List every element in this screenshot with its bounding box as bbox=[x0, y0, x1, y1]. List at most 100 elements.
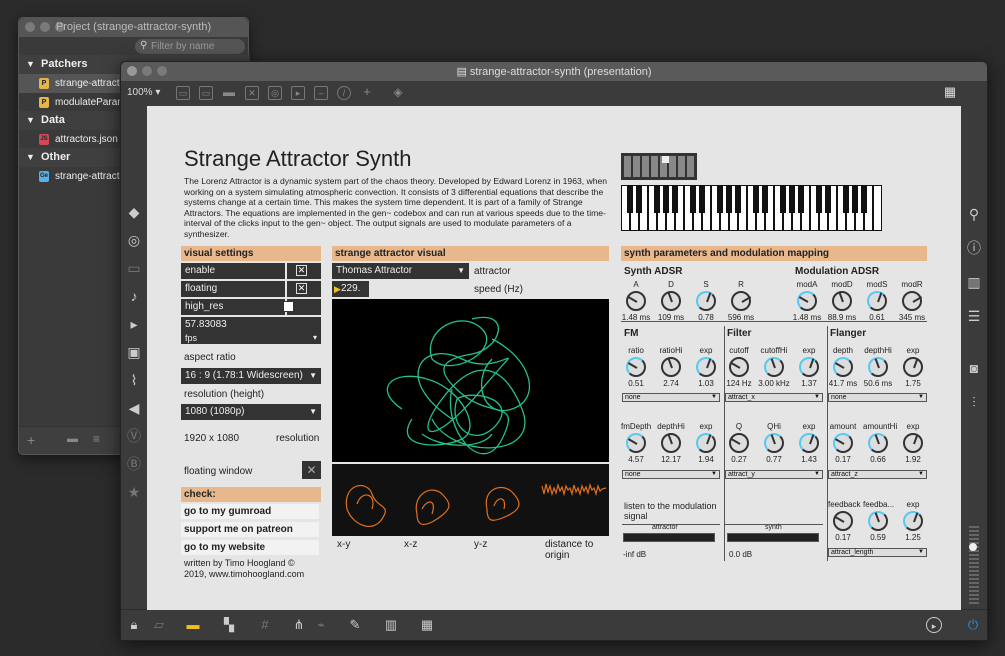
object-icon[interactable]: ▭ bbox=[176, 86, 190, 100]
attractor-meter[interactable] bbox=[623, 533, 715, 542]
high-res-checkbox[interactable] bbox=[283, 301, 294, 312]
dial-knob[interactable] bbox=[764, 433, 784, 453]
piano-white-key[interactable] bbox=[873, 185, 882, 231]
flanger-mod-menu-1[interactable]: none ▼ bbox=[828, 393, 927, 402]
b-icon[interactable]: Ⓑ bbox=[126, 456, 142, 472]
piano-black-key[interactable] bbox=[654, 185, 660, 213]
dial-knob[interactable] bbox=[626, 357, 646, 377]
piano-black-key[interactable] bbox=[636, 185, 642, 213]
piano-black-key[interactable] bbox=[780, 185, 786, 213]
windows-icon[interactable]: ▚ bbox=[221, 617, 237, 633]
play-icon[interactable]: ▸ bbox=[926, 617, 942, 633]
grid-icon[interactable]: # bbox=[257, 617, 273, 633]
dial-knob[interactable] bbox=[661, 433, 681, 453]
gumroad-link[interactable]: go to my gumroad bbox=[181, 504, 319, 519]
dial-knob[interactable] bbox=[797, 291, 817, 311]
floating-checkbox[interactable]: ✕ bbox=[296, 283, 307, 294]
paint-icon[interactable]: ◈ bbox=[391, 86, 405, 100]
enable-checkbox[interactable]: ✕ bbox=[296, 265, 307, 276]
dial-knob[interactable] bbox=[764, 357, 784, 377]
star-icon[interactable]: ★ bbox=[126, 484, 142, 500]
resolution-menu[interactable]: 1080 (1080p) ▼ bbox=[181, 404, 321, 420]
dial-knob[interactable] bbox=[902, 291, 922, 311]
presentation-icon[interactable]: ▬ bbox=[185, 617, 201, 633]
button-icon[interactable]: ✕ bbox=[245, 86, 259, 100]
piano-black-key[interactable] bbox=[735, 185, 741, 213]
piano-black-key[interactable] bbox=[816, 185, 822, 213]
piano-black-key[interactable] bbox=[852, 185, 858, 213]
piano-black-key[interactable] bbox=[825, 185, 831, 213]
synth-meter[interactable] bbox=[727, 533, 819, 542]
add-icon[interactable]: + bbox=[360, 85, 374, 100]
media-icon[interactable]: ▸ bbox=[126, 316, 142, 332]
add-icon[interactable]: + bbox=[27, 432, 35, 448]
fps-menu[interactable]: fps ▾ bbox=[181, 332, 321, 344]
piano-black-key[interactable] bbox=[762, 185, 768, 213]
number-icon[interactable]: ▸ bbox=[291, 86, 305, 100]
toggle-icon[interactable]: ◎ bbox=[268, 86, 282, 100]
grid-icon[interactable]: ▦ bbox=[943, 85, 957, 100]
plug-icon[interactable]: ◀ bbox=[126, 400, 142, 416]
list-icon[interactable]: ☰ bbox=[966, 308, 982, 324]
clip-icon[interactable]: ⌇ bbox=[126, 372, 142, 388]
dial-knob[interactable] bbox=[799, 433, 819, 453]
info-icon[interactable]: ⓘ bbox=[966, 240, 982, 256]
book-icon[interactable]: ▥ bbox=[966, 274, 982, 290]
v-icon[interactable]: Ⓥ bbox=[126, 428, 142, 444]
search-icon[interactable]: ⚲ bbox=[966, 206, 982, 222]
zoom-menu[interactable]: 100% ▾ bbox=[127, 87, 160, 98]
hierarchy-icon[interactable]: ⋔ bbox=[291, 617, 307, 633]
dial-knob[interactable] bbox=[833, 357, 853, 377]
piano-black-key[interactable] bbox=[789, 185, 795, 213]
dial-knob[interactable] bbox=[799, 357, 819, 377]
dial-knob[interactable] bbox=[696, 291, 716, 311]
dial-knob[interactable] bbox=[696, 357, 716, 377]
dial-knob[interactable] bbox=[626, 291, 646, 311]
flanger-mod-menu-2[interactable]: attract_z ▼ bbox=[828, 470, 927, 479]
aspect-menu[interactable]: 16 : 9 (1.78:1 Widescreen) ▼ bbox=[181, 368, 321, 384]
keyboard-icon[interactable]: ▦ bbox=[419, 617, 435, 633]
dial-knob[interactable] bbox=[832, 291, 852, 311]
floating-window-button[interactable]: ✕ bbox=[302, 461, 321, 479]
list-icon[interactable]: ≡ bbox=[93, 432, 100, 446]
piano-black-key[interactable] bbox=[699, 185, 705, 213]
dial-knob[interactable] bbox=[868, 433, 888, 453]
piano-black-key[interactable] bbox=[726, 185, 732, 213]
piano-black-key[interactable] bbox=[861, 185, 867, 213]
music-icon[interactable]: ♪ bbox=[126, 288, 142, 304]
filter-mod-menu-1[interactable]: attract_x ▼ bbox=[725, 393, 823, 402]
image-icon[interactable]: ▣ bbox=[126, 344, 142, 360]
piano-black-key[interactable] bbox=[663, 185, 669, 213]
piano-black-key[interactable] bbox=[627, 185, 633, 213]
piano-black-key[interactable] bbox=[672, 185, 678, 213]
dial-knob[interactable] bbox=[903, 357, 923, 377]
lock-icon[interactable]: 🔒︎ bbox=[126, 617, 142, 633]
patreon-link[interactable]: support me on patreon bbox=[181, 522, 319, 537]
device-icon[interactable]: ▭ bbox=[126, 260, 142, 276]
dial-knob[interactable] bbox=[903, 433, 923, 453]
dial-knob[interactable] bbox=[868, 357, 888, 377]
piano-icon[interactable]: ▥ bbox=[383, 617, 399, 633]
fm-mod-menu-1[interactable]: none ▼ bbox=[622, 393, 720, 402]
flanger-mod-menu-3[interactable]: attract_length ▼ bbox=[828, 548, 927, 557]
dial-knob[interactable] bbox=[833, 433, 853, 453]
volume-handle[interactable] bbox=[969, 543, 977, 551]
dial-knob[interactable] bbox=[626, 433, 646, 453]
camera-icon[interactable]: ◙ bbox=[966, 360, 982, 376]
slider-icon[interactable]: – bbox=[314, 86, 328, 100]
target-icon[interactable]: ◎ bbox=[126, 232, 142, 248]
fm-mod-menu-2[interactable]: none ▼ bbox=[622, 470, 720, 479]
dial-knob[interactable] bbox=[731, 291, 751, 311]
piano-black-key[interactable] bbox=[798, 185, 804, 213]
dial-icon[interactable]: / bbox=[337, 86, 351, 100]
edit-icon[interactable]: ▱ bbox=[151, 617, 167, 633]
piano-black-key[interactable] bbox=[690, 185, 696, 213]
comment-icon[interactable]: ▬ bbox=[222, 86, 236, 100]
filter-mod-menu-2[interactable]: attract_y ▼ bbox=[725, 470, 823, 479]
dial-knob[interactable] bbox=[867, 291, 887, 311]
piano-black-key[interactable] bbox=[717, 185, 723, 213]
wrench-icon[interactable]: ✎ bbox=[347, 617, 363, 633]
package-icon[interactable]: ◆ bbox=[126, 204, 142, 220]
website-link[interactable]: go to my website bbox=[181, 540, 319, 555]
dial-knob[interactable] bbox=[661, 357, 681, 377]
